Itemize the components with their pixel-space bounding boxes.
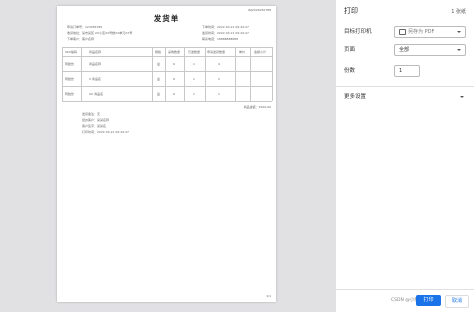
col-header: 已发数量 <box>188 50 201 54</box>
footer-line: 发货备注：无 <box>82 112 101 116</box>
chevron-down-icon <box>457 49 461 51</box>
footer-line: 经办客户：某某名称 <box>82 118 110 122</box>
table-cell: 1 <box>193 92 195 96</box>
pages-label: 页面 <box>344 47 356 53</box>
table-cell: 4 <box>218 62 220 66</box>
table-cell: X 商品名 <box>89 77 102 81</box>
col-header: 申请发货数量 <box>207 50 226 54</box>
table-cell: XX 商品名 <box>89 92 104 96</box>
table-cell: 阿胶饮 <box>65 92 75 96</box>
table-cell: 6 <box>173 92 175 96</box>
table-cell: 6 <box>173 62 175 66</box>
table-cell: 6 <box>173 77 175 81</box>
table-cell: 盒 <box>157 92 161 96</box>
table-cell: 1 <box>193 62 195 66</box>
table-cell: 阿胶饮 <box>65 77 75 81</box>
table-cell: 商品名称 <box>89 62 102 66</box>
ship-date: 发货时间：2022-03-21 09:44:47 <box>202 31 249 35</box>
doc-title: 发货单 <box>153 14 180 23</box>
printer-value: 另存为 PDF <box>408 28 435 35</box>
copies-value: 1 <box>399 67 403 74</box>
cancel-button[interactable]: 取消 <box>445 295 469 308</box>
col-header: 采购数量 <box>168 50 181 54</box>
printer-label: 目标打印机 <box>344 29 372 35</box>
panel-title: 打印 <box>344 7 358 15</box>
col-header: 规格 <box>155 50 162 54</box>
more-settings-label: 更多设置 <box>344 94 367 100</box>
footer-line: 客户签字：某某名 <box>82 124 107 128</box>
divider <box>336 289 474 290</box>
table-cell: 1 <box>218 92 220 96</box>
invoice-page: WJ2024050788 发货单 申请订单号：123456789 下单时间：20… <box>57 6 276 302</box>
more-settings-toggle[interactable]: 更多设置 <box>336 91 474 103</box>
table-cell: 盒 <box>157 77 161 81</box>
chevron-down-icon <box>460 96 464 98</box>
sheet-count: 1 张纸 <box>451 9 466 15</box>
col-header: SKU编码 <box>65 50 77 54</box>
page-number: 1/1 <box>266 294 271 298</box>
printer-select[interactable]: 另存为 PDF <box>394 26 466 38</box>
copies-label: 份数 <box>344 68 356 74</box>
footer-line: 打印时间：2022-03-21 09:44:47 <box>82 130 129 134</box>
col-header: 金额小计 <box>254 50 267 54</box>
col-header: 单价 <box>239 50 246 54</box>
col-header: 商品名称 <box>89 50 102 54</box>
table-cell: 1 <box>193 77 195 81</box>
doc-top-code: WJ2024050788 <box>248 8 271 12</box>
pages-select[interactable]: 全部 <box>394 44 466 56</box>
copies-input[interactable]: 1 <box>394 65 420 77</box>
total-amount: 商品金额：¥100.00 <box>243 105 271 109</box>
customer: 下单客户：客户名称 <box>67 37 95 41</box>
chevron-down-icon <box>457 31 461 33</box>
pages-value: 全部 <box>399 46 410 53</box>
ship-address: 收货地址：某市某区 XX小区XX号楼XX单元XX号 <box>67 31 133 35</box>
order-no: 申请订单号：123456789 <box>67 25 103 29</box>
print-button[interactable]: 打印 <box>416 295 441 306</box>
table-cell: 2 <box>218 77 220 81</box>
divider <box>336 86 474 87</box>
printer-icon <box>399 29 406 35</box>
order-date: 下单时间：2022-03-21 09:44:47 <box>202 25 249 29</box>
print-preview-area: WJ2024050788 发货单 申请订单号：123456789 下单时间：20… <box>0 0 336 312</box>
customer-phone: 联系电话：18888888888 <box>202 37 238 41</box>
print-settings-panel: 打印 1 张纸 目标打印机 另存为 PDF 页面 全部 份数 1 更多设置 <box>336 0 474 312</box>
table-cell: 阿胶饮 <box>65 62 75 66</box>
table-cell: 盒 <box>157 62 161 66</box>
